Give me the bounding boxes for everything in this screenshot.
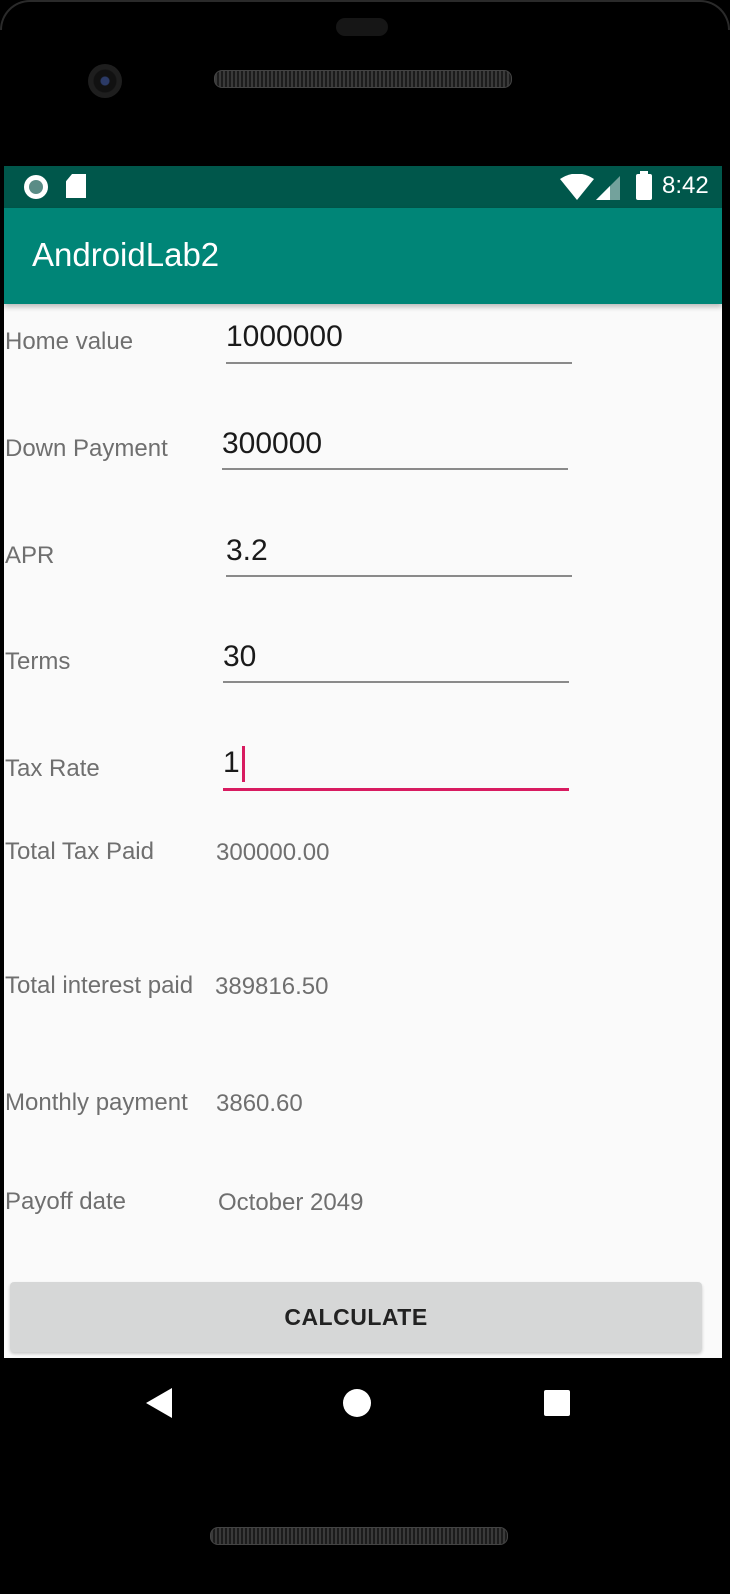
total-tax-paid-label: Total Tax Paid — [5, 838, 154, 865]
wifi-icon — [560, 174, 594, 200]
tax-rate-input[interactable]: 1 — [223, 746, 569, 786]
payoff-date-value: October 2049 — [218, 1189, 364, 1216]
total-interest-paid-value: 389816.50 — [215, 973, 329, 1000]
status-time: 8:42 — [662, 172, 709, 199]
app-title: AndroidLab2 — [32, 236, 220, 273]
terms-label: Terms — [5, 648, 71, 675]
home-value-label: Home value — [5, 328, 134, 355]
apr-underline — [226, 575, 572, 577]
sensor-notch — [336, 18, 388, 36]
cell-signal-icon — [596, 176, 620, 200]
bottom-speaker — [210, 1527, 508, 1545]
terms-input[interactable]: 30 — [223, 640, 569, 680]
down-payment-input[interactable]: 300000 — [222, 427, 568, 467]
apr-input[interactable]: 3.2 — [226, 534, 572, 574]
home-icon[interactable] — [343, 1389, 371, 1417]
app-bar: AndroidLab2 — [4, 208, 722, 304]
tax-rate-text: 1 — [223, 746, 240, 779]
text-cursor — [241, 746, 245, 783]
tax-rate-label: Tax Rate — [5, 755, 100, 782]
navigation-bar — [0, 1358, 730, 1468]
app-screen: 8:42 AndroidLab2 Home value 1000000 Down… — [4, 166, 722, 1358]
back-icon[interactable] — [146, 1388, 172, 1418]
recents-icon[interactable] — [544, 1390, 570, 1416]
battery-icon — [636, 171, 652, 200]
earpiece-speaker — [214, 70, 512, 88]
down-payment-text: 300000 — [222, 427, 323, 460]
calculate-button-label: CALCULATE — [284, 1303, 428, 1330]
terms-underline — [223, 681, 569, 683]
total-tax-paid-value: 300000.00 — [216, 839, 330, 866]
total-interest-paid-label: Total interest paid — [5, 972, 194, 999]
terms-text: 30 — [223, 640, 257, 673]
sd-card-icon — [66, 174, 86, 198]
apr-text: 3.2 — [226, 534, 268, 567]
tax-rate-underline — [223, 788, 569, 791]
down-payment-underline — [222, 468, 568, 470]
front-camera — [88, 64, 122, 98]
monthly-payment-value: 3860.60 — [216, 1090, 303, 1117]
down-payment-label: Down Payment — [5, 435, 168, 462]
monthly-payment-label: Monthly payment — [5, 1089, 188, 1116]
calculate-button[interactable]: CALCULATE — [10, 1282, 702, 1352]
payoff-date-label: Payoff date — [5, 1188, 126, 1215]
status-bar: 8:42 — [4, 166, 722, 208]
home-value-input[interactable]: 1000000 — [226, 320, 572, 360]
home-value-underline — [226, 362, 572, 364]
record-icon — [24, 175, 48, 199]
apr-label: APR — [5, 542, 55, 569]
home-value-text: 1000000 — [226, 320, 343, 353]
